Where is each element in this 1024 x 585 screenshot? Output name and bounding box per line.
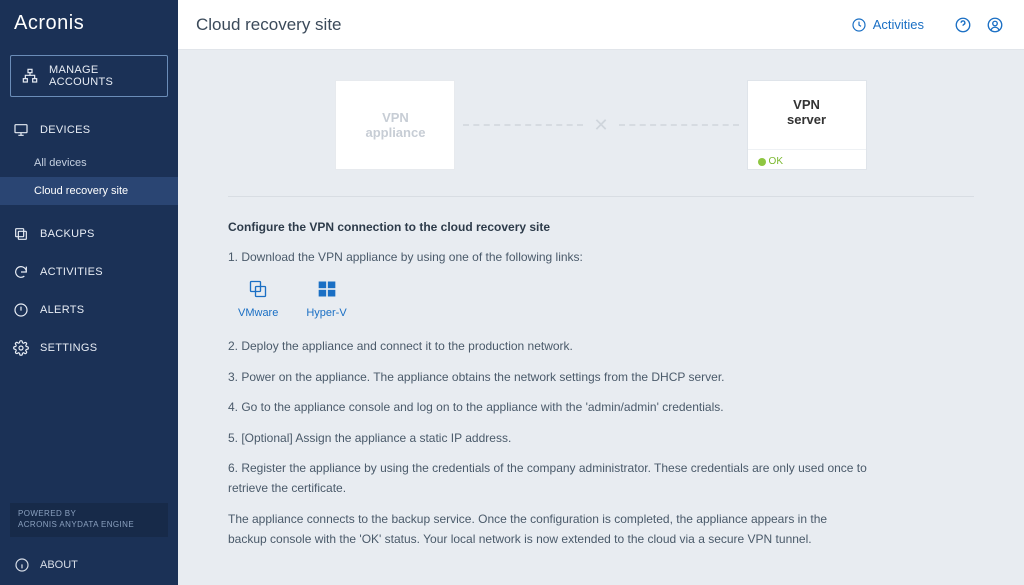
activities-label: Activities	[873, 17, 924, 32]
instructions-step2: 2. Deploy the appliance and connect it t…	[228, 336, 868, 356]
sidebar-label-about: ABOUT	[40, 559, 78, 571]
sidebar-label-backups: BACKUPS	[40, 228, 95, 240]
page-title: Cloud recovery site	[196, 15, 342, 35]
activities-link[interactable]: Activities	[851, 17, 924, 33]
instructions-step1: 1. Download the VPN appliance by using o…	[228, 247, 868, 267]
instructions-step5: 5. [Optional] Assign the appliance a sta…	[228, 428, 868, 448]
sidebar-sub-all-devices[interactable]: All devices	[0, 149, 178, 177]
sidebar: Acronis MANAGE ACCOUNTS DEVICES All devi…	[0, 0, 178, 585]
sidebar-label-settings: SETTINGS	[40, 342, 97, 354]
brand-logo: Acronis	[0, 0, 178, 51]
monitor-icon	[12, 121, 30, 139]
instructions-footer: The appliance connects to the backup ser…	[228, 509, 868, 550]
instructions: Configure the VPN connection to the clou…	[228, 217, 868, 550]
sidebar-item-manage-accounts[interactable]: MANAGE ACCOUNTS	[10, 55, 168, 97]
main-panel: Cloud recovery site Activities VPN appli…	[178, 0, 1024, 585]
powered-by-line1: POWERED BY	[18, 509, 160, 520]
page-header: Cloud recovery site Activities	[178, 0, 1024, 50]
gear-icon	[12, 339, 30, 357]
status-ok-icon	[758, 158, 766, 166]
disconnected-icon: ✕	[583, 115, 618, 136]
sync-icon	[12, 263, 30, 281]
info-icon	[14, 557, 30, 573]
instructions-step6: 6. Register the appliance by using the c…	[228, 458, 868, 499]
sidebar-item-devices[interactable]: DEVICES	[0, 111, 178, 149]
sidebar-nav: MANAGE ACCOUNTS DEVICES All devices Clou…	[0, 51, 178, 495]
sidebar-item-about[interactable]: ABOUT	[0, 545, 178, 585]
sidebar-label-activities: ACTIVITIES	[40, 266, 103, 278]
vpn-appliance-l2: appliance	[365, 125, 425, 140]
main-content: VPN appliance ✕ VPN server OK	[178, 50, 1024, 585]
vpn-server-l2: server	[787, 112, 826, 127]
instructions-step4: 4. Go to the appliance console and log o…	[228, 397, 868, 417]
copy-icon	[12, 225, 30, 243]
download-hyperv-label: Hyper-V	[306, 304, 346, 323]
instructions-step3: 3. Power on the appliance. The appliance…	[228, 367, 868, 387]
sidebar-item-alerts[interactable]: ALERTS	[0, 291, 178, 329]
vpn-server-l1: VPN	[787, 97, 826, 112]
help-icon[interactable]	[952, 14, 974, 36]
connection-line: ✕	[455, 80, 746, 170]
connection-diagram: VPN appliance ✕ VPN server OK	[228, 80, 974, 170]
download-vmware[interactable]: VMware	[238, 278, 278, 323]
vpn-appliance-l1: VPN	[382, 110, 409, 125]
alert-icon	[12, 301, 30, 319]
sidebar-sub-cloud-recovery[interactable]: Cloud recovery site	[0, 177, 178, 205]
windows-icon	[316, 278, 338, 300]
sidebar-item-settings[interactable]: SETTINGS	[0, 329, 178, 367]
vpn-server-status-text: OK	[769, 156, 783, 167]
sidebar-label-manage: MANAGE ACCOUNTS	[49, 64, 157, 88]
sidebar-item-backups[interactable]: BACKUPS	[0, 215, 178, 253]
instructions-lead: Configure the VPN connection to the clou…	[228, 217, 868, 237]
vpn-server-status: OK	[748, 149, 866, 169]
sidebar-item-activities[interactable]: ACTIVITIES	[0, 253, 178, 291]
sitemap-icon	[21, 67, 39, 85]
clock-icon	[851, 17, 867, 33]
powered-by-box: POWERED BY ACRONIS ANYDATA ENGINE	[10, 503, 168, 537]
section-divider	[228, 196, 974, 197]
powered-by-line2: ACRONIS ANYDATA ENGINE	[18, 520, 160, 531]
sidebar-label-devices: DEVICES	[40, 124, 90, 136]
user-icon[interactable]	[984, 14, 1006, 36]
download-links: VMware Hyper-V	[238, 278, 868, 323]
vpn-server-box: VPN server OK	[747, 80, 867, 170]
download-vmware-label: VMware	[238, 304, 278, 323]
download-hyperv[interactable]: Hyper-V	[306, 278, 346, 323]
vpn-appliance-box: VPN appliance	[335, 80, 455, 170]
sidebar-label-alerts: ALERTS	[40, 304, 84, 316]
vmware-icon	[247, 278, 269, 300]
